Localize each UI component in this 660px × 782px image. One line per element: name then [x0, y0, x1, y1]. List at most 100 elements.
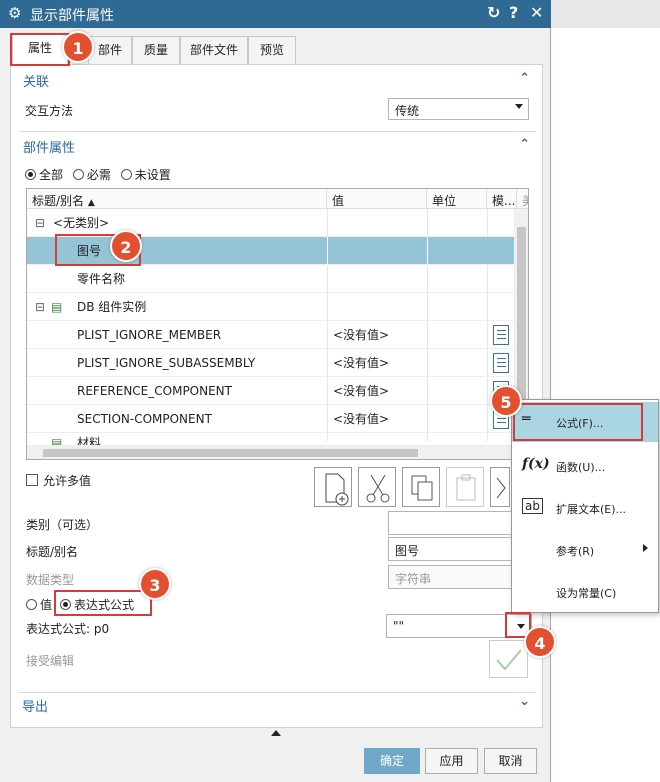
filter-all-radio[interactable]: 全部 [25, 168, 63, 182]
collapse-icon[interactable]: ⊟ [35, 209, 45, 237]
help-button[interactable]: ? [509, 3, 518, 22]
column-header-unit[interactable]: 单位 [427, 189, 487, 209]
menu-item-extended-text[interactable]: ab 扩展文本(E)... [512, 488, 658, 528]
copy-button[interactable] [402, 467, 440, 507]
annotation-box [10, 33, 70, 66]
collapse-icon[interactable]: ⊟ [35, 293, 45, 321]
interaction-method-value: 传统 [395, 104, 420, 118]
document-icon[interactable] [493, 325, 509, 345]
chevron-down-icon[interactable]: ⌄ [519, 694, 530, 709]
value-radio-label: 值 [40, 598, 53, 612]
menu-item-function-label: 函数(U)... [556, 461, 606, 474]
row-title: REFERENCE_COMPONENT [77, 384, 232, 398]
cancel-button[interactable]: 取消 [484, 748, 537, 774]
paste-button[interactable] [446, 467, 484, 507]
menu-item-reference[interactable]: 参考(R) [512, 530, 658, 570]
filter-radio-group: 全部 必需 未设置 [25, 166, 171, 183]
close-button[interactable]: ✕ [530, 3, 543, 22]
column-divider [327, 237, 328, 265]
text-box-icon: ab [522, 498, 543, 514]
collapse-arrow-icon[interactable] [271, 730, 281, 736]
divider [18, 692, 535, 693]
row-value: <没有值> [333, 328, 390, 342]
menu-item-function[interactable]: f(x) 函数(U)... [512, 446, 658, 486]
accept-edit-button[interactable] [489, 640, 528, 678]
column-divider [427, 237, 428, 265]
filter-required-label: 必需 [86, 168, 111, 182]
scrollbar-thumb[interactable] [517, 227, 526, 417]
function-icon: f(x) [522, 456, 550, 472]
allow-multiple-values-checkbox[interactable] [26, 474, 38, 486]
section-export-header[interactable]: 导出 [22, 696, 48, 715]
allow-multiple-values-label: 允许多值 [43, 474, 92, 488]
tab-part-file[interactable]: 部件文件 [180, 36, 248, 64]
table-row[interactable]: SECTION-COMPONENT <没有值> [27, 405, 514, 433]
callout-badge: 1 [62, 31, 94, 63]
attributes-table: 标题/别名 ▲ 值 单位 模... 美 ⊟ <无类别> 图号 零件名称 ⊟ ▤ … [26, 188, 529, 460]
tab-part[interactable]: 部件 [88, 36, 132, 64]
table-row[interactable]: 零件名称 [27, 265, 514, 293]
row-value: <没有值> [333, 356, 390, 370]
table-row[interactable]: ⊟ ▤ DB 组件实例 [27, 293, 514, 321]
cut-button[interactable] [358, 467, 396, 507]
category-input[interactable] [388, 511, 512, 535]
table-row[interactable]: PLIST_IGNORE_MEMBER <没有值> [27, 321, 514, 349]
reset-icon[interactable]: ↻ [487, 3, 500, 22]
row-title: PLIST_IGNORE_SUBASSEMBLY [77, 356, 256, 370]
annotation-box [54, 590, 152, 616]
row-title: 材料 [77, 436, 102, 446]
component-group-icon: ▤ [51, 300, 63, 314]
data-type-label: 数据类型 [26, 573, 75, 587]
section-association-header[interactable]: 关联 [23, 71, 49, 90]
more-chevron-button[interactable] [490, 467, 510, 507]
column-header-model[interactable]: 模... [487, 189, 517, 209]
column-header-title-label: 标题/别名 [32, 194, 85, 208]
row-title: 零件名称 [77, 272, 126, 286]
interaction-method-select[interactable]: 传统 [388, 98, 529, 120]
callout-badge: 5 [490, 385, 522, 417]
divider [19, 131, 536, 132]
title-alias-input[interactable]: 图号 [388, 537, 512, 561]
chevron-right-icon [643, 544, 648, 552]
filter-all-label: 全部 [39, 168, 64, 182]
chevron-up-icon[interactable]: ⌃ [519, 71, 530, 86]
column-header-title[interactable]: 标题/别名 ▲ [27, 189, 327, 209]
row-title: <无类别> [53, 216, 110, 230]
chevron-down-icon [515, 104, 523, 109]
menu-item-extended-text-label: 扩展文本(E)... [556, 503, 627, 516]
annotation-box [513, 403, 643, 441]
filter-unset-label: 未设置 [134, 168, 171, 182]
callout-badge: 4 [524, 626, 556, 658]
callout-badge: 3 [139, 568, 171, 600]
display-part-properties-dialog: ⚙ 显示部件属性 ↻ ? ✕ 属性 部件 质量 部件文件 预览 关联 ⌃ 交互方… [0, 0, 551, 782]
value-radio[interactable]: 值 [26, 596, 52, 613]
gear-icon: ⚙ [8, 4, 22, 22]
add-attribute-button[interactable] [314, 467, 352, 507]
horizontal-scrollbar[interactable] [27, 446, 514, 459]
column-header-extra[interactable]: 美 [517, 189, 528, 209]
chevron-up-icon[interactable]: ⌃ [519, 137, 530, 152]
component-group-icon: ▤ [51, 436, 63, 446]
filter-unset-radio[interactable]: 未设置 [120, 168, 171, 182]
sort-ascending-icon: ▲ [87, 198, 95, 208]
scrollbar-thumb[interactable] [43, 449, 418, 457]
table-row[interactable]: REFERENCE_COMPONENT <没有值> [27, 377, 514, 405]
column-header-value[interactable]: 值 [327, 189, 427, 209]
table-row[interactable]: ⊟ <无类别> [27, 209, 514, 237]
filter-required-radio[interactable]: 必需 [72, 168, 111, 182]
background-app-area [551, 0, 660, 782]
apply-button[interactable]: 应用 [425, 748, 478, 774]
ok-button[interactable]: 确定 [364, 748, 420, 774]
document-icon[interactable] [493, 353, 509, 373]
tab-mass[interactable]: 质量 [132, 36, 180, 64]
tab-preview[interactable]: 预览 [248, 36, 296, 64]
menu-item-set-constant[interactable]: 设为常量(C) [512, 572, 658, 612]
title-bar: ⚙ 显示部件属性 ↻ ? ✕ [0, 0, 551, 28]
section-part-attributes-header[interactable]: 部件属性 [23, 137, 75, 156]
row-title: DB 组件实例 [77, 300, 147, 314]
menu-item-reference-label: 参考(R) [556, 545, 595, 558]
row-title: PLIST_IGNORE_MEMBER [77, 328, 222, 342]
category-label: 类别（可选） [26, 518, 99, 532]
table-row[interactable]: ▤ 材料 [27, 433, 514, 446]
table-row[interactable]: PLIST_IGNORE_SUBASSEMBLY <没有值> [27, 349, 514, 377]
